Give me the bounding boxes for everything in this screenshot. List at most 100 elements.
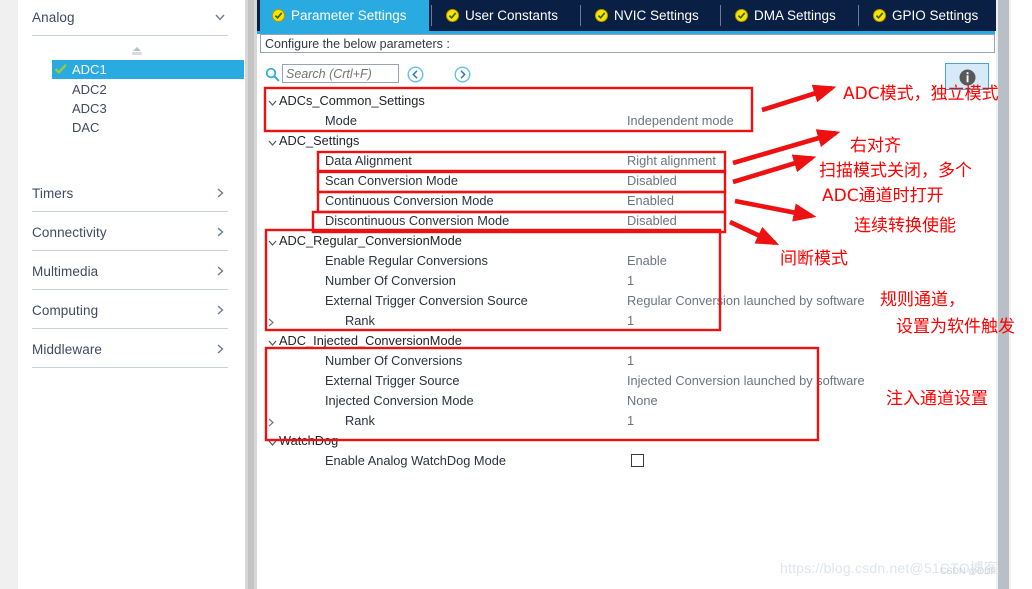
param-row-injected-conversion-mode[interactable]: Injected Conversion Mode None <box>257 391 757 411</box>
param-name: Rank <box>345 413 375 428</box>
param-name: Enable Regular Conversions <box>325 253 488 268</box>
param-value[interactable]: None <box>627 393 658 408</box>
param-name: Injected Conversion Mode <box>325 393 474 408</box>
sidebar-category-label: Middleware <box>32 342 103 357</box>
search-icon <box>265 67 280 82</box>
divider <box>32 250 228 251</box>
param-row-external-trigger-source[interactable]: External Trigger Source Injected Convers… <box>257 371 877 391</box>
param-row-data-alignment[interactable]: Data Alignment Right alignment <box>257 151 757 171</box>
param-value[interactable]: 1 <box>627 353 634 368</box>
sidebar-category-connectivity[interactable]: Connectivity <box>32 217 228 251</box>
sidebar-category-label: Multimedia <box>32 264 99 279</box>
check-circle-icon <box>446 9 459 22</box>
panel-splitter[interactable] <box>245 0 257 589</box>
search-input[interactable] <box>283 65 398 83</box>
chevron-down-icon[interactable] <box>267 96 278 107</box>
chevron-down-icon[interactable] <box>267 136 278 147</box>
sidebar-category-computing[interactable]: Computing <box>32 295 228 329</box>
sidebar-item-adc1[interactable]: ADC1 <box>52 60 244 79</box>
search-input-wrap[interactable] <box>282 64 399 83</box>
scrollbar-thumb[interactable] <box>998 0 1009 589</box>
check-circle-icon <box>735 9 748 22</box>
param-row-enable-analog-watchdog-mode[interactable]: Enable Analog WatchDog Mode <box>257 451 757 471</box>
sidebar-category-label: Connectivity <box>32 225 107 240</box>
sidebar-item-label: ADC1 <box>72 62 107 77</box>
param-value[interactable]: 1 <box>627 313 634 328</box>
info-button[interactable] <box>945 63 989 90</box>
param-value[interactable]: Injected Conversion launched by software <box>627 373 865 388</box>
param-row-regular-rank[interactable]: Rank 1 <box>257 311 757 331</box>
chevron-right-icon <box>214 187 226 199</box>
nav-next-icon[interactable] <box>454 66 471 83</box>
param-value[interactable]: 1 <box>627 413 634 428</box>
sidebar-category-label: Computing <box>32 303 99 318</box>
param-name: Rank <box>345 313 375 328</box>
component-sidebar: Analog ADC1 ADC2 ADC3 DAC Timers Connect… <box>18 0 245 589</box>
param-value[interactable]: Enabled <box>627 193 674 208</box>
param-value[interactable]: Independent mode <box>627 113 734 128</box>
enable-analog-watchdog-checkbox[interactable] <box>631 454 644 467</box>
tab-nvic-settings[interactable]: NVIC Settings <box>583 0 718 31</box>
param-name: Discontinuous Conversion Mode <box>325 213 510 228</box>
sidebar-item-label: ADC2 <box>72 82 107 97</box>
left-gutter <box>0 0 18 589</box>
param-row-discontinuous-conversion-mode[interactable]: Discontinuous Conversion Mode Disabled <box>257 211 757 231</box>
tab-parameter-settings[interactable]: Parameter Settings <box>260 0 429 31</box>
param-row-mode[interactable]: Mode Independent mode <box>257 111 757 131</box>
param-value[interactable]: Disabled <box>627 173 677 188</box>
nav-prev-icon[interactable] <box>407 66 424 83</box>
param-value[interactable]: Enable <box>627 253 667 268</box>
param-name: Data Alignment <box>325 153 412 168</box>
param-name: Scan Conversion Mode <box>325 173 459 188</box>
watermark-tag: CSDN @ODF.. <box>940 566 1001 576</box>
chevron-right-icon <box>214 304 226 316</box>
param-name: Continuous Conversion Mode <box>325 193 494 208</box>
sidebar-item-adc2[interactable]: ADC2 <box>52 80 228 99</box>
sidebar-category-analog[interactable]: Analog <box>32 2 228 36</box>
chevron-down-icon[interactable] <box>267 336 278 347</box>
chevron-down-icon[interactable] <box>267 436 278 447</box>
sidebar-category-middleware[interactable]: Middleware <box>32 334 228 368</box>
sidebar-resize-handle[interactable] <box>126 44 148 58</box>
tab-bar: Parameter Settings User Constants NVIC S… <box>257 0 998 31</box>
tree-group-label: ADC_Injected_ConversionMode <box>279 333 462 348</box>
sidebar-item-label: DAC <box>72 120 100 135</box>
tree-group-label: ADC_Regular_ConversionMode <box>279 233 462 248</box>
param-row-enable-regular-conversions[interactable]: Enable Regular Conversions Enable <box>257 251 757 271</box>
chevron-right-icon[interactable] <box>265 416 276 427</box>
sidebar-item-adc3[interactable]: ADC3 <box>52 99 228 118</box>
sidebar-item-dac[interactable]: DAC <box>52 118 228 137</box>
param-value[interactable]: Regular Conversion launched by software <box>627 293 865 308</box>
param-row-number-of-conversions[interactable]: Number Of Conversions 1 <box>257 351 757 371</box>
sidebar-category-timers[interactable]: Timers <box>32 178 228 212</box>
param-row-continuous-conversion-mode[interactable]: Continuous Conversion Mode Enabled <box>257 191 757 211</box>
param-row-external-trigger-conversion-source[interactable]: External Trigger Conversion Source Regul… <box>257 291 877 311</box>
param-row-scan-conversion-mode[interactable]: Scan Conversion Mode Disabled <box>257 171 757 191</box>
tree-group-label: WatchDog <box>279 433 339 448</box>
tab-user-constants[interactable]: User Constants <box>434 0 578 31</box>
info-icon <box>959 69 976 86</box>
sidebar-category-label: Analog <box>32 10 75 25</box>
param-value[interactable]: 1 <box>627 273 634 288</box>
sidebar-category-label: Timers <box>32 186 74 201</box>
chevron-right-icon[interactable] <box>265 316 276 327</box>
tab-label: DMA Settings <box>754 8 836 23</box>
param-name: Mode <box>325 113 358 128</box>
param-row-injected-rank[interactable]: Rank 1 <box>257 411 757 431</box>
tree-group-label: ADC_Settings <box>279 133 360 148</box>
param-name: External Trigger Conversion Source <box>325 293 528 308</box>
param-value[interactable]: Disabled <box>627 213 677 228</box>
chevron-down-icon[interactable] <box>267 236 278 247</box>
param-name: Number Of Conversion <box>325 273 456 288</box>
divider <box>32 35 228 36</box>
tab-dma-settings[interactable]: DMA Settings <box>723 0 856 31</box>
param-name: External Trigger Source <box>325 373 460 388</box>
tab-label: User Constants <box>465 8 559 23</box>
param-row-number-of-conversion[interactable]: Number Of Conversion 1 <box>257 271 757 291</box>
param-value[interactable]: Right alignment <box>627 153 716 168</box>
sidebar-category-multimedia[interactable]: Multimedia <box>32 256 228 290</box>
divider <box>32 328 228 329</box>
tab-gpio-settings[interactable]: GPIO Settings <box>861 0 994 31</box>
check-icon <box>54 63 68 75</box>
vertical-scrollbar[interactable] <box>996 0 1011 589</box>
